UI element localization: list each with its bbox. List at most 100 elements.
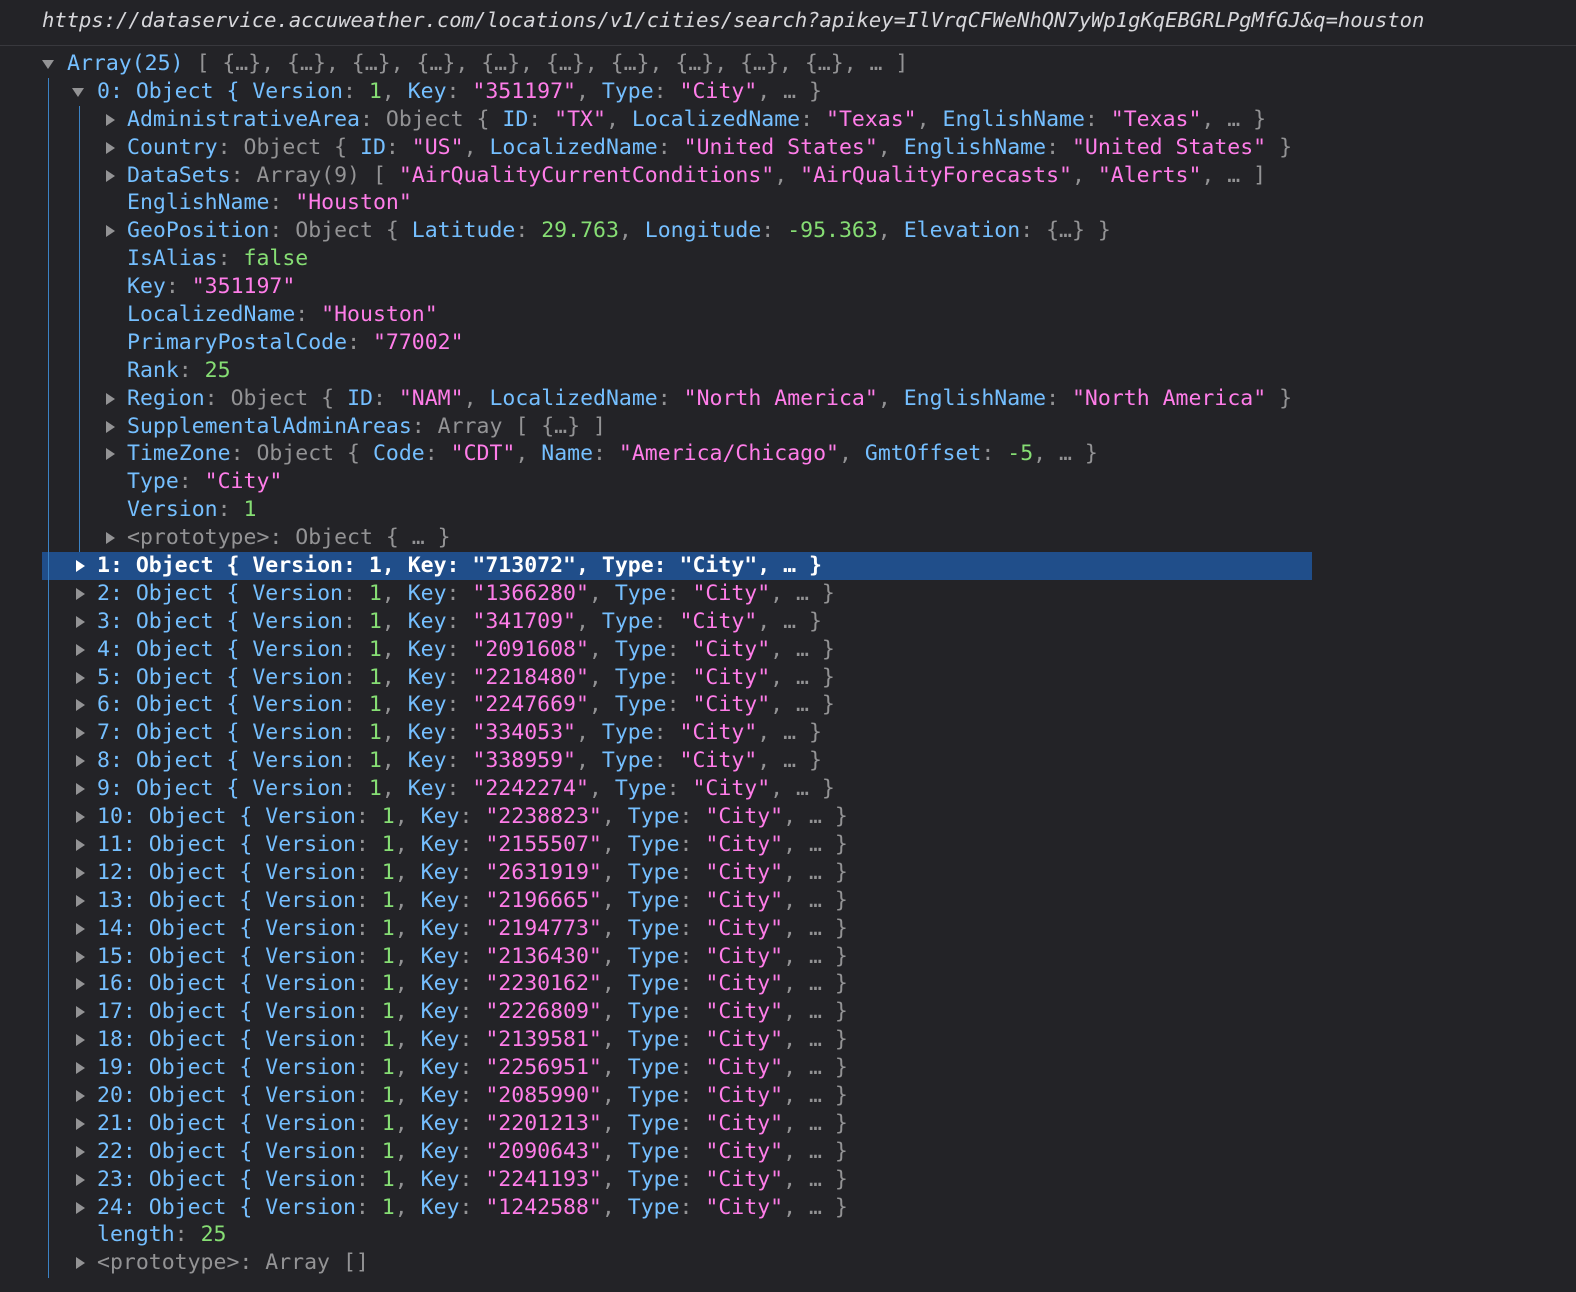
collapsed-arrow-icon[interactable] xyxy=(74,747,86,775)
object-8-row[interactable]: 8: Object { Version: 1, Key: "338959", T… xyxy=(0,747,1576,775)
property-country[interactable]: Country: Object { ID: "US", LocalizedNam… xyxy=(0,134,1576,162)
property-type[interactable]: Type: "City" xyxy=(0,468,1576,496)
property-administrativearea[interactable]: AdministrativeArea: Object { ID: "TX", L… xyxy=(0,106,1576,134)
property-primarypostalcode-text: PrimaryPostalCode: "77002" xyxy=(127,329,464,355)
object-24-row[interactable]: 24: Object { Version: 1, Key: "1242588",… xyxy=(0,1194,1576,1222)
array-length-row[interactable]: length: 25 xyxy=(0,1221,1576,1249)
object-9-row[interactable]: 9: Object { Version: 1, Key: "2242274", … xyxy=(0,775,1576,803)
expanded-arrow-icon[interactable] xyxy=(42,50,54,78)
property-supplementaladminareas-text: SupplementalAdminAreas: Array [ {…} ] xyxy=(127,413,606,439)
object-21-row-text: 21: Object { Version: 1, Key: "2201213",… xyxy=(97,1110,848,1136)
object-0-header[interactable]: 0: Object { Version: 1, Key: "351197", T… xyxy=(0,78,1576,106)
collapsed-arrow-icon[interactable] xyxy=(74,636,86,664)
object-4-row-text: 4: Object { Version: 1, Key: "2091608", … xyxy=(97,636,835,662)
object-15-row[interactable]: 15: Object { Version: 1, Key: "2136430",… xyxy=(0,943,1576,971)
property-timezone-text: TimeZone: Object { Code: "CDT", Name: "A… xyxy=(127,441,1098,467)
collapsed-arrow-icon[interactable] xyxy=(104,413,116,441)
property-localizedname[interactable]: LocalizedName: "Houston" xyxy=(0,301,1576,329)
object-9-row-text: 9: Object { Version: 1, Key: "2242274", … xyxy=(97,776,835,802)
collapsed-arrow-icon[interactable] xyxy=(74,552,86,580)
property-primarypostalcode[interactable]: PrimaryPostalCode: "77002" xyxy=(0,329,1576,357)
collapsed-arrow-icon[interactable] xyxy=(74,691,86,719)
collapsed-arrow-icon[interactable] xyxy=(74,831,86,859)
collapsed-arrow-icon[interactable] xyxy=(74,664,86,692)
collapsed-arrow-icon[interactable] xyxy=(104,217,116,245)
object-17-row[interactable]: 17: Object { Version: 1, Key: "2226809",… xyxy=(0,998,1576,1026)
object-19-row-text: 19: Object { Version: 1, Key: "2256951",… xyxy=(97,1055,848,1081)
array-prototype-row-text: <prototype>: Array [] xyxy=(97,1250,369,1276)
object-11-row-text: 11: Object { Version: 1, Key: "2155507",… xyxy=(97,831,848,857)
object-20-row[interactable]: 20: Object { Version: 1, Key: "2085990",… xyxy=(0,1082,1576,1110)
object-14-row-text: 14: Object { Version: 1, Key: "2194773",… xyxy=(97,915,848,941)
collapsed-arrow-icon[interactable] xyxy=(74,1082,86,1110)
array-root-row[interactable]: Array(25) [ {…}, {…}, {…}, {…}, {…}, {…}… xyxy=(0,50,1576,78)
object-23-row[interactable]: 23: Object { Version: 1, Key: "2241193",… xyxy=(0,1166,1576,1194)
collapsed-arrow-icon[interactable] xyxy=(74,1194,86,1222)
collapsed-arrow-icon[interactable] xyxy=(74,803,86,831)
property-datasets-text: DataSets: Array(9) [ "AirQualityCurrentC… xyxy=(127,162,1267,188)
collapsed-arrow-icon[interactable] xyxy=(74,1110,86,1138)
property-key[interactable]: Key: "351197" xyxy=(0,273,1576,301)
collapsed-arrow-icon[interactable] xyxy=(74,943,86,971)
property-geoposition-text: GeoPosition: Object { Latitude: 29.763, … xyxy=(127,218,1111,244)
collapsed-arrow-icon[interactable] xyxy=(104,162,116,190)
property-datasets[interactable]: DataSets: Array(9) [ "AirQualityCurrentC… xyxy=(0,162,1576,190)
object-5-row[interactable]: 5: Object { Version: 1, Key: "2218480", … xyxy=(0,664,1576,692)
object-22-row[interactable]: 22: Object { Version: 1, Key: "2090643",… xyxy=(0,1138,1576,1166)
collapsed-arrow-icon[interactable] xyxy=(74,580,86,608)
object-7-row-text: 7: Object { Version: 1, Key: "334053", T… xyxy=(97,720,822,746)
object-14-row[interactable]: 14: Object { Version: 1, Key: "2194773",… xyxy=(0,915,1576,943)
object-7-row[interactable]: 7: Object { Version: 1, Key: "334053", T… xyxy=(0,719,1576,747)
object-12-row[interactable]: 12: Object { Version: 1, Key: "2631919",… xyxy=(0,859,1576,887)
object-4-row[interactable]: 4: Object { Version: 1, Key: "2091608", … xyxy=(0,636,1576,664)
object-17-row-text: 17: Object { Version: 1, Key: "2226809",… xyxy=(97,999,848,1025)
collapsed-arrow-icon[interactable] xyxy=(74,915,86,943)
collapsed-arrow-icon[interactable] xyxy=(74,970,86,998)
object-inspector-tree[interactable]: Array(25) [ {…}, {…}, {…}, {…}, {…}, {…}… xyxy=(0,50,1576,1278)
collapsed-arrow-icon[interactable] xyxy=(104,134,116,162)
collapsed-arrow-icon[interactable] xyxy=(104,106,116,134)
collapsed-arrow-icon[interactable] xyxy=(74,887,86,915)
collapsed-arrow-icon[interactable] xyxy=(74,1054,86,1082)
collapsed-arrow-icon[interactable] xyxy=(74,775,86,803)
array-prototype-row[interactable]: <prototype>: Array [] xyxy=(0,1249,1576,1277)
collapsed-arrow-icon[interactable] xyxy=(74,859,86,887)
collapsed-arrow-icon[interactable] xyxy=(74,1166,86,1194)
property-region[interactable]: Region: Object { ID: "NAM", LocalizedNam… xyxy=(0,385,1576,413)
collapsed-arrow-icon[interactable] xyxy=(74,1249,86,1277)
collapsed-arrow-icon[interactable] xyxy=(74,1026,86,1054)
collapsed-arrow-icon[interactable] xyxy=(74,608,86,636)
collapsed-arrow-icon[interactable] xyxy=(104,385,116,413)
property-version[interactable]: Version: 1 xyxy=(0,496,1576,524)
object-10-row-text: 10: Object { Version: 1, Key: "2238823",… xyxy=(97,804,848,830)
property-englishname[interactable]: EnglishName: "Houston" xyxy=(0,189,1576,217)
object-16-row[interactable]: 16: Object { Version: 1, Key: "2230162",… xyxy=(0,970,1576,998)
object-2-row[interactable]: 2: Object { Version: 1, Key: "1366280", … xyxy=(0,580,1576,608)
object-19-row[interactable]: 19: Object { Version: 1, Key: "2256951",… xyxy=(0,1054,1576,1082)
object-18-row[interactable]: 18: Object { Version: 1, Key: "2139581",… xyxy=(0,1026,1576,1054)
object-10-row[interactable]: 10: Object { Version: 1, Key: "2238823",… xyxy=(0,803,1576,831)
property-prototype-text: <prototype>: Object { … } xyxy=(127,525,451,551)
collapsed-arrow-icon[interactable] xyxy=(104,440,116,468)
indent-guide-array xyxy=(48,77,49,1278)
property-rank[interactable]: Rank: 25 xyxy=(0,357,1576,385)
object-1-row-text: 1: Object { Version: 1, Key: "713072", T… xyxy=(97,553,822,579)
property-isalias[interactable]: IsAlias: false xyxy=(0,245,1576,273)
object-11-row[interactable]: 11: Object { Version: 1, Key: "2155507",… xyxy=(0,831,1576,859)
property-version-text: Version: 1 xyxy=(127,497,257,523)
object-1-row[interactable]: 1: Object { Version: 1, Key: "713072", T… xyxy=(42,552,1312,580)
object-6-row[interactable]: 6: Object { Version: 1, Key: "2247669", … xyxy=(0,691,1576,719)
object-13-row-text: 13: Object { Version: 1, Key: "2196665",… xyxy=(97,887,848,913)
object-21-row[interactable]: 21: Object { Version: 1, Key: "2201213",… xyxy=(0,1110,1576,1138)
property-timezone[interactable]: TimeZone: Object { Code: "CDT", Name: "A… xyxy=(0,440,1576,468)
object-3-row[interactable]: 3: Object { Version: 1, Key: "341709", T… xyxy=(0,608,1576,636)
property-prototype[interactable]: <prototype>: Object { … } xyxy=(0,524,1576,552)
property-supplementaladminareas[interactable]: SupplementalAdminAreas: Array [ {…} ] xyxy=(0,413,1576,441)
collapsed-arrow-icon[interactable] xyxy=(74,1138,86,1166)
collapsed-arrow-icon[interactable] xyxy=(104,524,116,552)
property-geoposition[interactable]: GeoPosition: Object { Latitude: 29.763, … xyxy=(0,217,1576,245)
collapsed-arrow-icon[interactable] xyxy=(74,998,86,1026)
collapsed-arrow-icon[interactable] xyxy=(74,719,86,747)
object-13-row[interactable]: 13: Object { Version: 1, Key: "2196665",… xyxy=(0,887,1576,915)
expanded-arrow-icon[interactable] xyxy=(72,78,84,106)
